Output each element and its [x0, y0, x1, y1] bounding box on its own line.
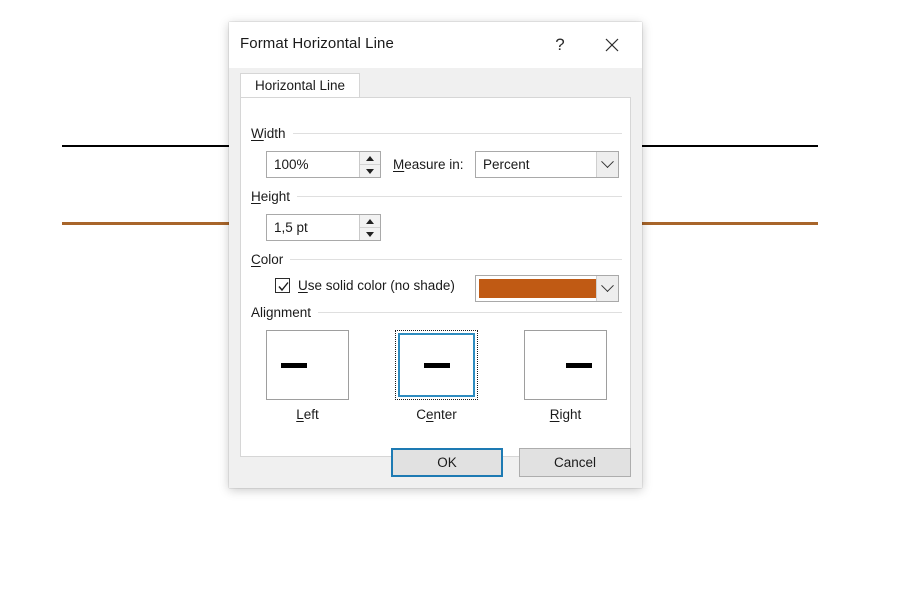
color-group-label: Color	[251, 250, 622, 268]
color-swatch[interactable]	[479, 279, 596, 298]
measure-in-dropdown[interactable]: Percent	[475, 151, 619, 178]
width-group-label: Width	[251, 124, 622, 142]
alignment-tile-center[interactable]	[395, 330, 478, 400]
arrow-up-icon	[366, 219, 374, 224]
right-caption-rest: ight	[559, 407, 581, 422]
alignment-option-left[interactable]: Left	[266, 330, 349, 422]
height-group-label: Height	[251, 187, 622, 205]
height-spin-up-button[interactable]	[360, 215, 380, 228]
chevron-down-icon	[601, 155, 614, 168]
height-spin-buttons	[359, 215, 380, 240]
close-button[interactable]	[590, 22, 634, 68]
center-caption-rest: nter	[434, 407, 457, 422]
left-caption-rest: eft	[304, 407, 319, 422]
use-solid-color-checkbox-row[interactable]: Use solid color (no shade)	[275, 278, 455, 293]
arrow-down-icon	[366, 169, 374, 174]
color-picker-dropdown[interactable]	[475, 275, 619, 302]
measure-accel-char: M	[393, 157, 404, 172]
help-button[interactable]: ?	[538, 22, 582, 68]
line-preview-right-icon	[566, 363, 592, 368]
cancel-button[interactable]: Cancel	[519, 448, 631, 477]
height-spinner[interactable]: 1,5 pt	[266, 214, 381, 241]
chevron-down-icon	[601, 279, 614, 292]
height-spin-down-button[interactable]	[360, 228, 380, 240]
width-spin-buttons	[359, 152, 380, 177]
dialog-content-panel: Width 100% Measure in: Percent Height	[240, 97, 631, 457]
tab-horizontal-line[interactable]: Horizontal Line	[240, 73, 360, 97]
height-accel-char: H	[251, 189, 261, 204]
alignment-options: Left Center Right	[241, 330, 630, 430]
color-label-rest: olor	[261, 252, 284, 267]
alignment-caption-left: Left	[266, 407, 349, 422]
ok-button[interactable]: OK	[391, 448, 503, 477]
tab-label: Horizontal Line	[255, 78, 345, 93]
width-accel-char: W	[251, 126, 264, 141]
close-icon	[605, 38, 619, 52]
width-spin-down-button[interactable]	[360, 165, 380, 177]
question-mark-icon: ?	[555, 35, 564, 55]
width-value[interactable]: 100%	[267, 152, 359, 177]
alignment-option-center[interactable]: Center	[395, 330, 478, 422]
dialog-tabstrip: Horizontal Line	[229, 68, 642, 97]
color-dropdown-button[interactable]	[596, 276, 618, 301]
color-accel-char: C	[251, 252, 261, 267]
center-accel-char: e	[426, 407, 434, 422]
measure-in-label: Measure in:	[393, 157, 464, 172]
alignment-tile-right[interactable]	[524, 330, 607, 400]
ok-button-label: OK	[437, 455, 457, 470]
alignment-option-right[interactable]: Right	[524, 330, 607, 422]
dialog-title: Format Horizontal Line	[240, 35, 394, 52]
use-solid-color-checkbox[interactable]	[275, 278, 290, 293]
left-accel-char: L	[296, 407, 304, 422]
center-caption-prefix: C	[416, 407, 426, 422]
height-label-rest: eight	[261, 189, 290, 204]
use-solid-color-label: Use solid color (no shade)	[298, 278, 455, 293]
dialog-titlebar: Format Horizontal Line ?	[229, 22, 642, 68]
height-value[interactable]: 1,5 pt	[267, 215, 359, 240]
use-solid-color-label-rest: se solid color (no shade)	[308, 278, 455, 293]
alignment-tile-left[interactable]	[266, 330, 349, 400]
alignment-group: Alignment	[251, 303, 622, 321]
width-group: Width	[251, 124, 622, 142]
height-group-rule	[297, 196, 622, 197]
width-spin-up-button[interactable]	[360, 152, 380, 165]
alignment-group-rule	[318, 312, 622, 313]
measure-in-dropdown-button[interactable]	[596, 152, 618, 177]
checkmark-icon	[277, 280, 290, 293]
height-group: Height	[251, 187, 622, 205]
color-group-rule	[290, 259, 622, 260]
alignment-caption-right: Right	[524, 407, 607, 422]
measure-in-value: Percent	[476, 152, 596, 177]
measure-label-rest: easure in:	[404, 157, 463, 172]
use-accel-char: U	[298, 278, 308, 293]
arrow-up-icon	[366, 156, 374, 161]
cancel-button-label: Cancel	[554, 455, 596, 470]
line-preview-center-icon	[424, 363, 450, 368]
format-horizontal-line-dialog: Format Horizontal Line ? Horizontal Line…	[229, 22, 642, 488]
width-label-rest: idth	[264, 126, 286, 141]
width-group-rule	[293, 133, 622, 134]
arrow-down-icon	[366, 232, 374, 237]
alignment-label-text: Alignment	[251, 305, 318, 320]
color-group: Color	[251, 250, 622, 268]
alignment-caption-center: Center	[395, 407, 478, 422]
line-preview-left-icon	[281, 363, 307, 368]
width-spinner[interactable]: 100%	[266, 151, 381, 178]
alignment-group-label: Alignment	[251, 303, 622, 321]
